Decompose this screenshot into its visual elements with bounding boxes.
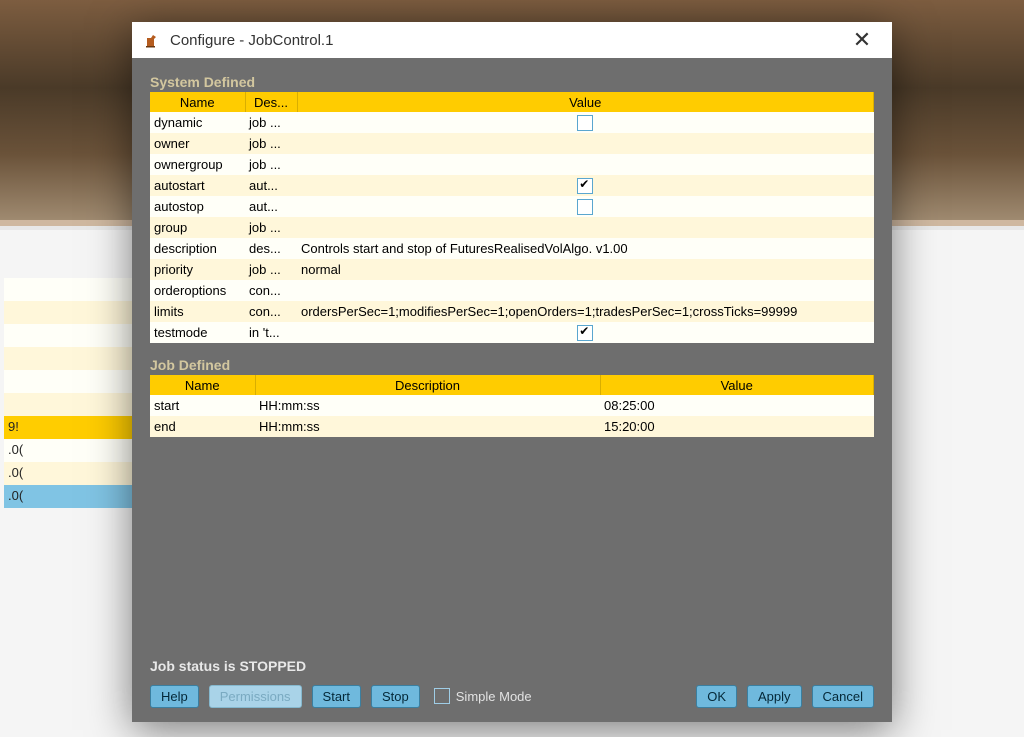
sys-cell-value[interactable] [297,133,874,154]
ok-button[interactable]: OK [696,685,737,708]
table-row[interactable]: dynamicjob ... [150,112,874,133]
sys-cell-desc[interactable]: job ... [245,133,297,154]
sys-cell-value[interactable] [297,217,874,238]
sys-cell-name[interactable]: priority [150,259,245,280]
system-defined-table-wrap: Name Des... Value dynamicjob ...ownerjob… [150,92,874,343]
job-header-name[interactable]: Name [150,375,255,395]
sys-cell-name[interactable]: limits [150,301,245,322]
sys-cell-desc[interactable]: con... [245,280,297,301]
sys-cell-name[interactable]: dynamic [150,112,245,133]
simple-mode-checkbox[interactable] [434,688,450,704]
sys-cell-desc[interactable]: des... [245,238,297,259]
apply-button[interactable]: Apply [747,685,802,708]
sys-cell-desc[interactable]: job ... [245,112,297,133]
close-icon: ✕ [853,27,871,53]
background-side-row [4,301,134,324]
close-button[interactable]: ✕ [844,22,880,58]
background-side-row [4,347,134,370]
sys-header-value[interactable]: Value [297,92,874,112]
table-row[interactable]: orderoptionscon... [150,280,874,301]
job-defined-label: Job Defined [150,357,874,373]
sys-cell-desc[interactable]: in 't... [245,322,297,343]
checkbox[interactable] [577,178,593,194]
sys-cell-desc[interactable]: job ... [245,217,297,238]
table-row[interactable]: priorityjob ...normal [150,259,874,280]
sys-cell-name[interactable]: owner [150,133,245,154]
cancel-button[interactable]: Cancel [812,685,874,708]
system-defined-label: System Defined [150,74,874,90]
sys-cell-name[interactable]: autostop [150,196,245,217]
sys-header-name[interactable]: Name [150,92,245,112]
titlebar: Configure - JobControl.1 ✕ [132,22,892,58]
stop-button[interactable]: Stop [371,685,420,708]
window-title: Configure - JobControl.1 [170,32,844,49]
sys-cell-desc[interactable]: aut... [245,196,297,217]
table-row[interactable]: endHH:mm:ss15:20:00 [150,416,874,437]
sys-cell-value[interactable]: Controls start and stop of FuturesRealis… [297,238,874,259]
sys-cell-value[interactable] [297,280,874,301]
sys-cell-name[interactable]: orderoptions [150,280,245,301]
sys-cell-value[interactable] [297,112,874,133]
sys-cell-name[interactable]: testmode [150,322,245,343]
checkbox[interactable] [577,115,593,131]
job-header-desc[interactable]: Description [255,375,600,395]
sys-cell-desc[interactable]: job ... [245,259,297,280]
window-body: System Defined Name Des... Value dynamic… [132,58,892,722]
sys-cell-value[interactable]: normal [297,259,874,280]
help-button[interactable]: Help [150,685,199,708]
background-side-rows: 9!.0(.0(.0( [4,278,134,508]
sys-header-desc[interactable]: Des... [245,92,297,112]
button-bar: Help Permissions Start Stop Simple Mode … [150,682,874,710]
checkbox[interactable] [577,325,593,341]
sys-cell-desc[interactable]: con... [245,301,297,322]
table-row[interactable]: autostartaut... [150,175,874,196]
table-row[interactable]: ownerjob ... [150,133,874,154]
table-row[interactable]: descriptiondes...Controls start and stop… [150,238,874,259]
checkbox[interactable] [577,199,593,215]
sys-cell-value[interactable] [297,322,874,343]
sys-cell-name[interactable]: group [150,217,245,238]
background-side-row: 9! [4,416,134,439]
sys-cell-value[interactable] [297,196,874,217]
configure-dialog: Configure - JobControl.1 ✕ System Define… [132,22,892,722]
job-cell-value[interactable]: 08:25:00 [600,395,874,416]
table-row[interactable]: ownergroupjob ... [150,154,874,175]
job-cell-desc[interactable]: HH:mm:ss [255,416,600,437]
table-row[interactable]: groupjob ... [150,217,874,238]
job-cell-name[interactable]: start [150,395,255,416]
job-cell-value[interactable]: 15:20:00 [600,416,874,437]
background-side-row: .0( [4,462,134,485]
background-side-row: .0( [4,439,134,462]
sys-cell-name[interactable]: autostart [150,175,245,196]
app-icon [144,32,160,48]
background-side-row [4,370,134,393]
sys-cell-value[interactable] [297,175,874,196]
job-defined-table-wrap: Name Description Value startHH:mm:ss08:2… [150,375,874,437]
job-cell-desc[interactable]: HH:mm:ss [255,395,600,416]
table-row[interactable]: testmodein 't... [150,322,874,343]
sys-cell-desc[interactable]: aut... [245,175,297,196]
table-row[interactable]: limitscon...ordersPerSec=1;modifiesPerSe… [150,301,874,322]
sys-cell-desc[interactable]: job ... [245,154,297,175]
job-cell-name[interactable]: end [150,416,255,437]
table-row[interactable]: autostopaut... [150,196,874,217]
job-status-line: Job status is STOPPED [150,658,306,674]
system-defined-table: Name Des... Value dynamicjob ...ownerjob… [150,92,874,343]
simple-mode-label: Simple Mode [456,689,532,704]
background-side-row [4,393,134,416]
job-defined-table: Name Description Value startHH:mm:ss08:2… [150,375,874,437]
background-side-row [4,324,134,347]
sys-cell-name[interactable]: ownergroup [150,154,245,175]
permissions-button[interactable]: Permissions [209,685,302,708]
job-header-value[interactable]: Value [600,375,874,395]
sys-cell-value[interactable] [297,154,874,175]
sys-cell-name[interactable]: description [150,238,245,259]
background-side-row: .0( [4,485,134,508]
simple-mode-toggle[interactable]: Simple Mode [434,688,532,704]
table-row[interactable]: startHH:mm:ss08:25:00 [150,395,874,416]
sys-cell-value[interactable]: ordersPerSec=1;modifiesPerSec=1;openOrde… [297,301,874,322]
start-button[interactable]: Start [312,685,361,708]
background-side-row [4,278,134,301]
